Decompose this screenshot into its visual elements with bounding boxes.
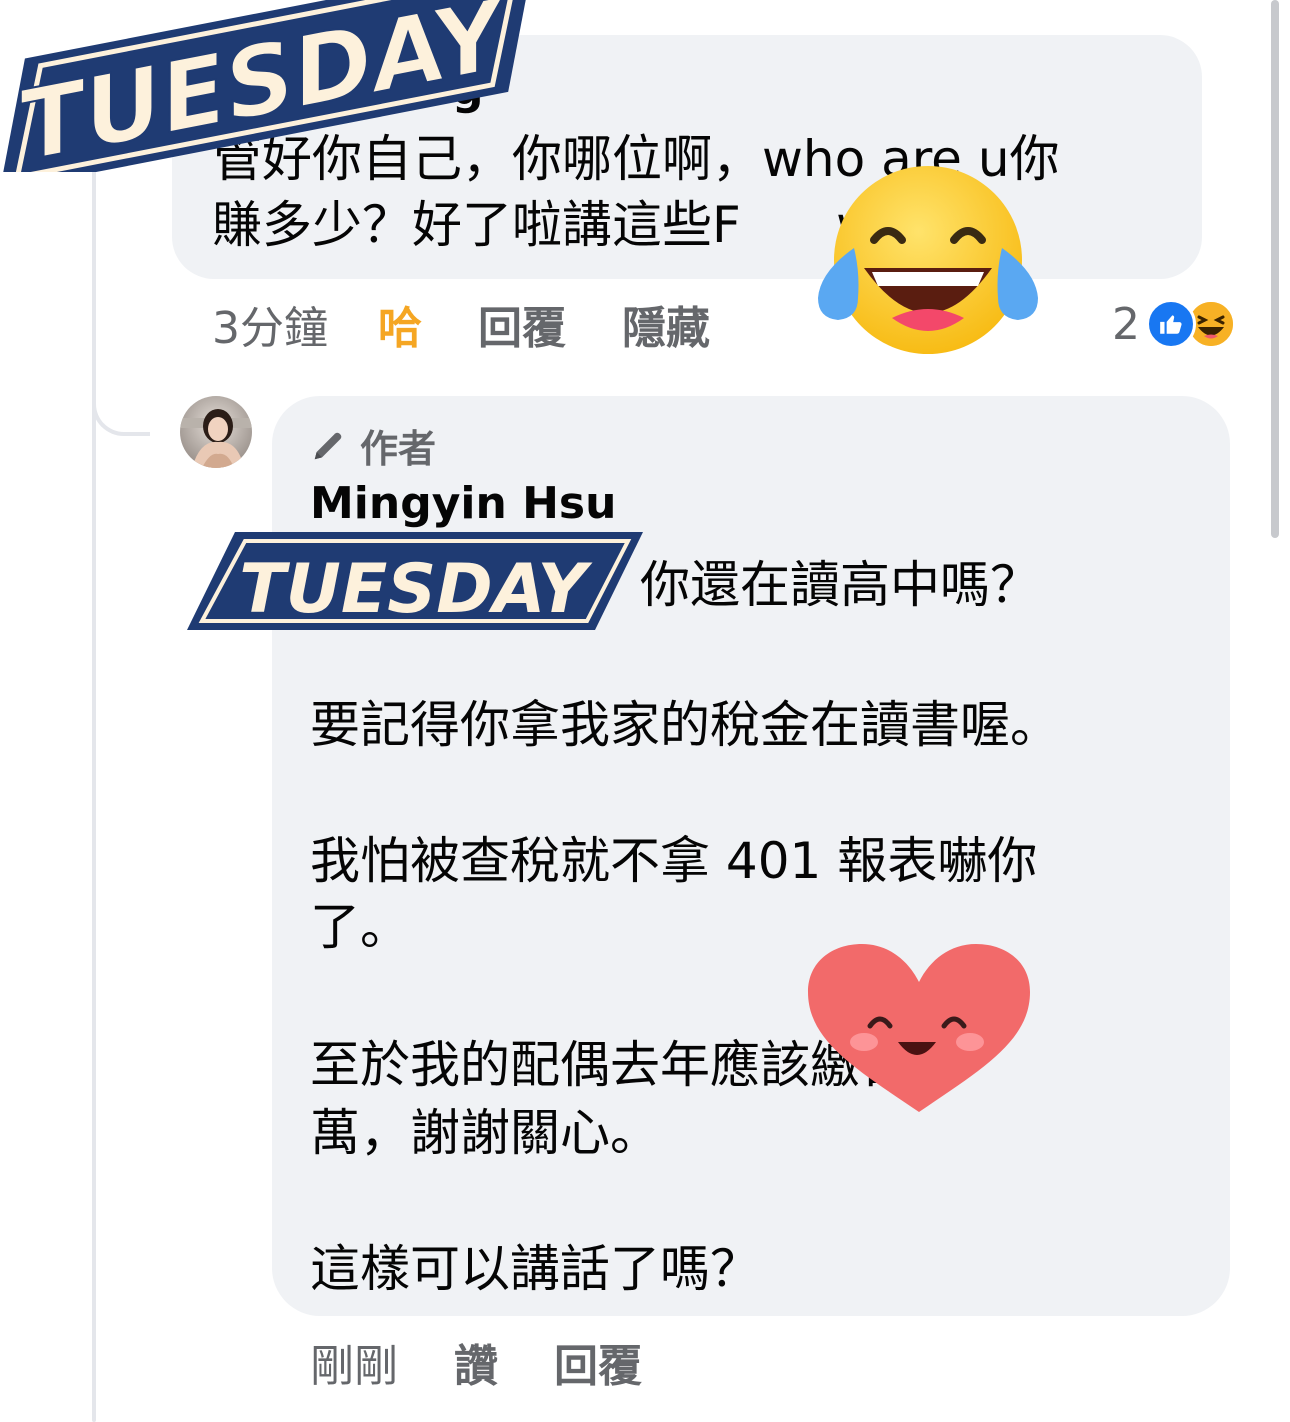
reply-button[interactable]: 回覆 (478, 292, 566, 356)
pencil-icon (314, 432, 342, 460)
reaction-haha-button[interactable]: 哈 (378, 292, 422, 356)
scrollbar-thumb[interactable] (1271, 0, 1279, 538)
tears-of-joy-emoji-icon (818, 166, 1038, 354)
svg-text:TUESDAY: TUESDAY (239, 550, 593, 629)
author-badge: 作者 (310, 420, 437, 471)
reaction-summary[interactable]: 2 (1112, 296, 1236, 352)
reply-line: 了。 (310, 898, 410, 956)
reply-line: 這樣可以講話了嗎？ (310, 1240, 760, 1298)
reply-button[interactable]: 回覆 (554, 1330, 642, 1394)
like-button[interactable]: 讚 (454, 1330, 498, 1394)
reply-actions: 剛剛 讚 回覆 (310, 1332, 642, 1392)
reply-line: 你還在讀高中嗎？ (640, 556, 1040, 614)
reply-line: 我怕被查稅就不拿 401 報表嚇你 (310, 832, 1038, 890)
comment-actions: 3分鐘 哈 回覆 隱藏 (212, 294, 710, 354)
tuesday-watermark: TUESDAY (187, 532, 643, 630)
reply-line: 要記得你拿我家的稅金在讀書喔。 (310, 696, 1060, 754)
svg-text:TUESDAY: TUESDAY (10, 0, 521, 172)
reply-timestamp[interactable]: 剛剛 (310, 1330, 398, 1394)
reply-line: 萬，謝謝關心。 (310, 1104, 660, 1162)
smiling-heart-icon (808, 944, 1030, 1112)
author-badge-label: 作者 (360, 426, 437, 471)
thread-branch-connector (92, 330, 150, 436)
tuesday-watermark: TUESDAY (0, 0, 534, 172)
hide-button[interactable]: 隱藏 (622, 292, 710, 356)
comment-thread-screenshot: g 管好你自己，你哪位啊，who are u你 賺多少？好了啦講這些F word… (0, 0, 1290, 1422)
comment-timestamp[interactable]: 3分鐘 (212, 292, 328, 356)
reply-author-name[interactable]: Mingyin Hsu (310, 478, 616, 529)
thumbs-up-icon (1146, 299, 1196, 349)
avatar[interactable] (180, 396, 252, 468)
reaction-count: 2 (1112, 298, 1140, 350)
